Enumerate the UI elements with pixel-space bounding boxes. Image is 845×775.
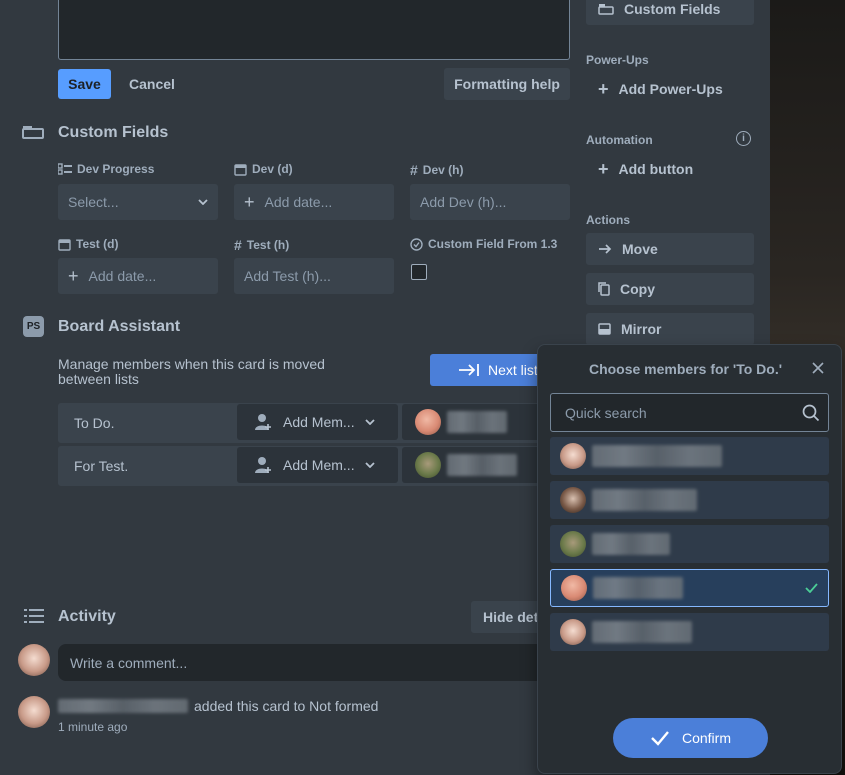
activity-timestamp[interactable]: 1 minute ago [58, 720, 127, 734]
plus-icon: + [598, 158, 609, 179]
move-button[interactable]: Move [586, 233, 754, 265]
search-icon [802, 404, 820, 421]
board-assistant-description: Manage members when this card is moved b… [58, 356, 325, 387]
add-person-icon [255, 414, 271, 430]
assistant-row-list-name: For Test. [74, 458, 129, 474]
confirm-button[interactable]: Confirm [613, 718, 768, 758]
formatting-help-button[interactable]: Formatting help [444, 68, 570, 100]
list-icon [58, 163, 72, 175]
member-avatar [560, 487, 586, 513]
test-d-date-field[interactable]: + Add date... [58, 258, 218, 294]
description-editor[interactable] [58, 0, 570, 60]
arrow-right-icon [599, 244, 612, 254]
activity-title: Activity [58, 608, 116, 625]
mirror-icon [598, 323, 611, 335]
member-avatar [415, 452, 441, 478]
chevron-down-icon [364, 419, 375, 425]
activity-user-avatar [18, 696, 50, 728]
next-list-button[interactable]: Next list [430, 354, 550, 386]
member-name-redacted [447, 411, 507, 433]
member-avatar [561, 575, 587, 601]
info-icon[interactable]: i [736, 131, 751, 146]
automation-heading: Automation [586, 133, 653, 147]
test-h-input[interactable]: Add Test (h)... [234, 258, 394, 294]
cf13-label: Custom Field From 1.3 [410, 237, 557, 251]
member-option-selected[interactable] [550, 569, 829, 607]
quick-search-input[interactable]: Quick search [550, 393, 829, 432]
member-option[interactable] [550, 437, 829, 475]
member-avatar [560, 619, 586, 645]
arrow-to-line-icon [459, 364, 479, 376]
add-person-icon [255, 457, 271, 473]
add-powerups-button[interactable]: + Add Power-Ups [586, 73, 754, 105]
member-avatar [415, 409, 441, 435]
check-icon [651, 731, 669, 746]
add-members-dropdown[interactable]: Add Mem... [237, 404, 398, 440]
member-name-redacted [592, 533, 670, 555]
calendar-icon [58, 238, 71, 251]
comment-input[interactable]: Write a comment... [58, 644, 548, 681]
copy-icon [598, 282, 610, 296]
board-assistant-badge: PS [23, 316, 44, 337]
chevron-down-icon [364, 462, 375, 468]
dev-h-label: # Dev (h) [410, 162, 464, 178]
close-icon[interactable] [810, 360, 826, 376]
custom-fields-sidebar-button[interactable]: Custom Fields [586, 0, 754, 25]
hash-icon: # [410, 162, 418, 178]
hash-icon: # [234, 237, 242, 253]
member-avatar [560, 531, 586, 557]
cancel-button[interactable]: Cancel [120, 69, 184, 99]
copy-button[interactable]: Copy [586, 273, 754, 305]
powerups-heading: Power-Ups [586, 53, 649, 67]
choose-members-popup: Choose members for 'To Do.' Quick search… [537, 344, 842, 774]
save-button[interactable]: Save [58, 69, 111, 99]
dev-progress-select[interactable]: Select... [58, 184, 218, 220]
activity-user-name-redacted[interactable] [58, 699, 188, 713]
calendar-icon [234, 163, 247, 176]
add-button-button[interactable]: + Add button [586, 153, 754, 185]
chevron-down-icon [198, 199, 208, 205]
member-option[interactable] [550, 481, 829, 519]
dev-d-label: Dev (d) [234, 162, 293, 176]
check-circle-icon [410, 237, 423, 251]
actions-heading: Actions [586, 213, 631, 227]
member-name-redacted [592, 621, 692, 643]
popup-title: Choose members for 'To Do.' [588, 361, 783, 377]
board-assistant-title: Board Assistant [58, 318, 181, 335]
activity-icon [24, 608, 44, 624]
member-name-redacted [592, 489, 697, 511]
dev-d-date-field[interactable]: + Add date... [234, 184, 394, 220]
custom-fields-title: Custom Fields [58, 124, 169, 141]
member-name-redacted [593, 577, 683, 599]
plus-icon: + [244, 191, 255, 212]
mirror-button[interactable]: Mirror [586, 313, 754, 345]
current-user-avatar [18, 644, 50, 676]
activity-entry-text: added this card to Not formed [194, 698, 379, 714]
member-option[interactable] [550, 613, 829, 651]
plus-icon: + [68, 265, 79, 286]
member-avatar [560, 443, 586, 469]
activity-entry: added this card to Not formed [58, 698, 378, 714]
assigned-members-dropdown[interactable] [402, 447, 548, 483]
test-d-label: Test (d) [58, 237, 118, 251]
member-name-redacted [592, 445, 722, 467]
assigned-members-dropdown[interactable] [402, 404, 548, 440]
custom-fields-icon [22, 124, 44, 140]
dev-h-input[interactable]: Add Dev (h)... [410, 184, 570, 220]
custom-fields-icon [598, 4, 614, 15]
plus-icon: + [598, 78, 609, 99]
assistant-row-list-name: To Do. [74, 415, 115, 431]
cf13-checkbox[interactable] [411, 264, 427, 280]
member-name-redacted [447, 454, 517, 476]
checkmark-icon [805, 583, 818, 593]
test-h-label: # Test (h) [234, 237, 290, 253]
add-members-dropdown[interactable]: Add Mem... [237, 447, 398, 483]
dev-progress-label: Dev Progress [58, 162, 154, 176]
member-option[interactable] [550, 525, 829, 563]
